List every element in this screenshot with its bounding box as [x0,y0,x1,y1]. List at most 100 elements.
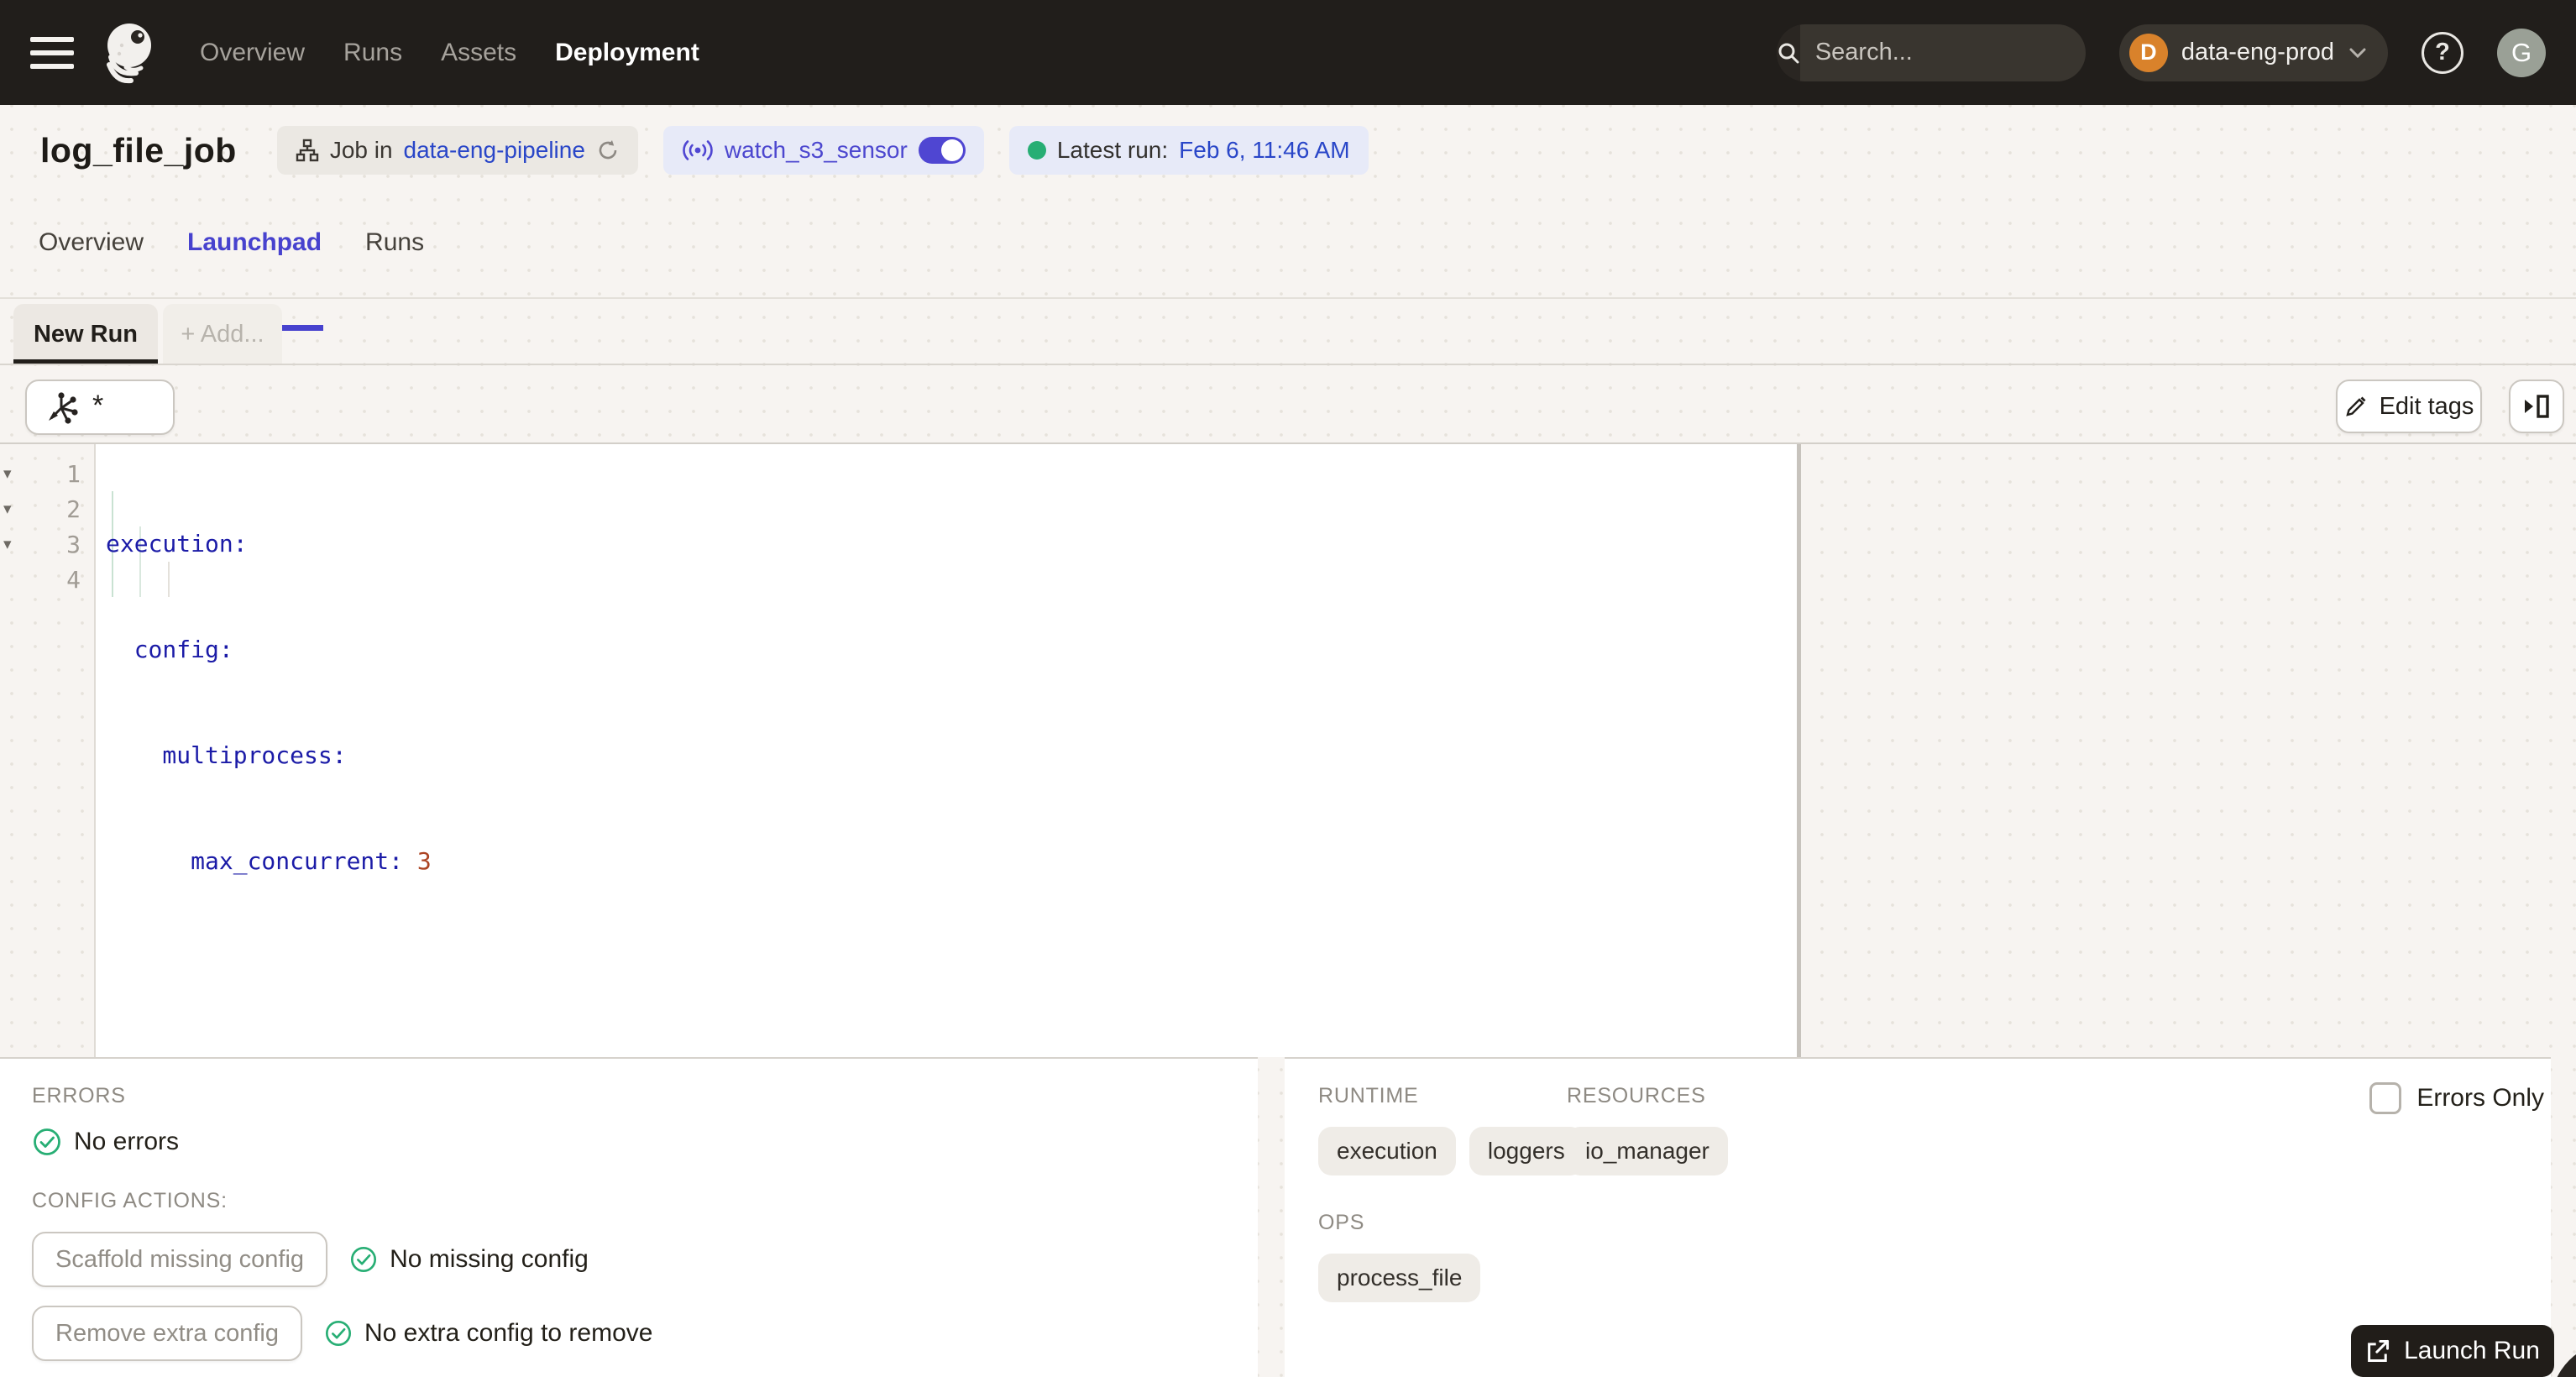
edit-tags-label: Edit tags [2379,392,2474,420]
primary-nav: Overview Runs Assets Deployment [195,30,704,76]
errors-only-control: Errors Only [2369,1082,2544,1114]
ops-label: OPS [1318,1211,1365,1234]
dagster-logo[interactable] [99,20,158,86]
hamburger-icon[interactable] [30,33,77,73]
job-location-pill: Job in data-eng-pipeline [276,126,638,175]
session-tab-new-run[interactable]: New Run [13,304,158,365]
config-editor[interactable]: execution: config: multiprocess: max_con… [94,444,1797,1057]
validation-panel: ERRORS No errors CONFIG ACTIONS: Scaffol… [0,1057,1258,1377]
sensor-link[interactable]: watch_s3_sensor [725,137,908,164]
errors-only-label: Errors Only [2416,1084,2544,1112]
no-errors-status: No errors [32,1127,1258,1157]
tab-launchpad[interactable]: Launchpad [186,223,324,331]
yaml-key: max_concurrent: [191,847,404,875]
config-workspace: ▾ 1 ▾ 2 ▾ 3 4 execution: config: multipr… [0,442,2576,1057]
editor-code[interactable]: execution: config: multiprocess: max_con… [106,456,432,950]
fold-arrow-icon[interactable]: ▾ [0,535,29,554]
resource-tags: io_manager [1567,1127,1728,1175]
editor-gutter: ▾ 1 ▾ 2 ▾ 3 4 [0,456,94,597]
session-tabs: New Run + Add... [13,304,282,365]
launchpad-page: { "nav": { "items": [ {"label": "Overvie… [0,0,2576,1377]
check-circle-icon [324,1319,353,1348]
tab-overview[interactable]: Overview [37,223,145,297]
errors-only-checkbox[interactable] [2369,1082,2402,1114]
yaml-key: config: [134,636,233,663]
refresh-icon[interactable] [596,139,620,162]
check-circle-icon [32,1127,62,1157]
nav-item-deployment[interactable]: Deployment [550,30,704,76]
latest-run-pill: Latest run: Feb 6, 11:46 AM [1008,126,1369,175]
editor-splitter[interactable] [1797,444,1801,1057]
job-header: log_file_job Job in data-eng-pipeline wa… [40,126,1369,175]
edit-tags-button[interactable]: Edit tags [2336,380,2482,433]
latest-run-link[interactable]: Feb 6, 11:46 AM [1179,137,1349,164]
check-circle-icon [349,1245,378,1274]
tabs-divider [0,297,2576,299]
search-box[interactable]: / [1776,24,2086,81]
yaml-value: 3 [416,847,432,875]
ops-tags: process_file [1318,1254,2551,1302]
session-tab-add[interactable]: + Add... [163,304,282,365]
tab-runs[interactable]: Runs [364,223,426,297]
nav-item-assets[interactable]: Assets [436,30,521,76]
job-graph-icon [296,139,319,162]
gutter-row: ▾ 3 [0,526,94,562]
scaffold-action-row: Scaffold missing config No missing confi… [32,1232,1258,1287]
sensor-pill: watch_s3_sensor [662,126,984,175]
run-status-dot [1027,141,1046,160]
preview-columns: RUNTIME execution loggers RESOURCES io_m… [1318,1084,2551,1175]
nav-item-overview[interactable]: Overview [195,30,310,76]
code-line[interactable]: multiprocess: [106,738,432,773]
code-line[interactable]: max_concurrent: 3 [106,844,432,879]
launch-run-button[interactable]: Launch Run [2351,1325,2554,1377]
gutter-row: ▾ 1 [0,456,94,491]
job-in-label: Job in [329,137,393,163]
repo-link[interactable]: data-eng-pipeline [404,137,585,164]
resource-tag[interactable]: io_manager [1567,1127,1728,1175]
scaffold-missing-config-button[interactable]: Scaffold missing config [32,1232,328,1287]
pencil-icon [2344,395,2368,418]
top-nav: Overview Runs Assets Deployment / D data… [0,0,2576,105]
session-divider [0,364,2576,365]
page-title: log_file_job [40,130,237,170]
yaml-key: multiprocess: [162,741,347,769]
code-line[interactable]: config: [106,632,432,668]
line-number: 1 [66,459,81,488]
search-input[interactable] [1799,39,2086,66]
line-number: 3 [66,530,81,558]
no-errors-text: No errors [74,1128,180,1155]
user-avatar[interactable]: G [2497,28,2546,77]
fold-arrow-icon[interactable]: ▾ [0,464,29,484]
ops-tag[interactable]: process_file [1318,1254,1481,1302]
op-selector-button[interactable]: * [25,380,175,435]
expand-panel-icon[interactable] [2509,380,2564,433]
deployment-avatar: D [2128,33,2168,72]
op-selector-value: * [92,389,104,421]
errors-section-label: ERRORS [32,1084,126,1107]
yaml-key: execution: [106,530,248,558]
scaffold-status: No missing config [349,1245,589,1274]
runtime-tags: execution loggers [1318,1127,1584,1175]
sensor-icon [682,138,714,163]
toolbar-right: Edit tags [2336,380,2564,433]
line-number: 4 [66,565,81,594]
resources-label: RESOURCES [1567,1084,1706,1107]
nav-right-cluster: / D data-eng-prod ? G [1776,24,2546,81]
nav-item-runs[interactable]: Runs [338,30,407,76]
scaffold-status-text: No missing config [390,1245,589,1273]
config-actions-label: CONFIG ACTIONS: [32,1189,228,1212]
gutter-row: 4 [0,562,94,597]
code-line[interactable]: execution: [106,526,432,562]
op-selector-icon [44,389,81,426]
deployment-name: data-eng-prod [2181,39,2334,65]
sensor-toggle-switch[interactable] [918,137,966,164]
chat-widget-bubble[interactable] [2551,1342,2576,1377]
deployment-switcher[interactable]: D data-eng-prod [2118,24,2388,81]
remove-extra-config-button[interactable]: Remove extra config [32,1306,302,1361]
remove-status-text: No extra config to remove [364,1319,653,1347]
chevron-down-icon [2348,46,2368,60]
fold-arrow-icon[interactable]: ▾ [0,500,29,519]
help-icon[interactable]: ? [2422,31,2463,74]
runtime-tag[interactable]: execution [1318,1127,1456,1175]
remove-action-row: Remove extra config No extra config to r… [32,1306,1258,1361]
